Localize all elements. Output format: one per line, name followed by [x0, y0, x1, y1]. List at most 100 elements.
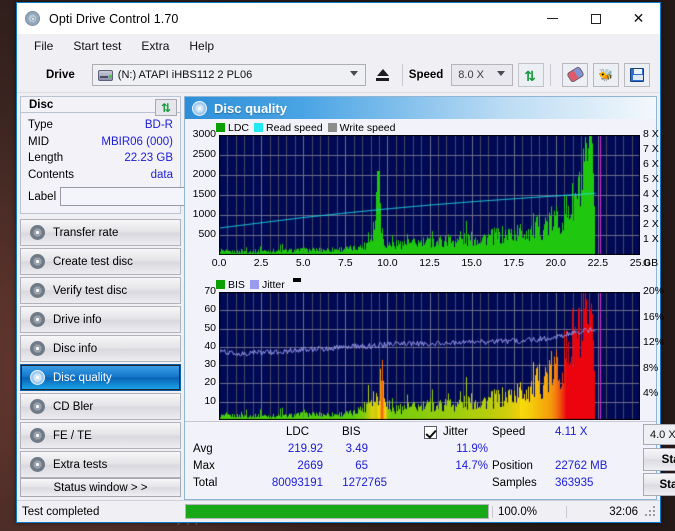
- stats-samples-key: Samples: [492, 477, 537, 489]
- close-button[interactable]: ✕: [617, 3, 660, 34]
- sidebar-item-verify-test-disc[interactable]: Verify test disc: [20, 277, 181, 305]
- disc-type-value: BD-R: [144, 119, 173, 132]
- disc-info-panel: Type BD-R MID MBIR06 (000) Length 22.23 …: [20, 112, 264, 215]
- window-title: Opti Drive Control 1.70: [49, 11, 179, 26]
- toolbar-separator-1: [401, 63, 403, 86]
- sidebar-item-label: FE / TE: [53, 429, 92, 442]
- sidebar-item-transfer-rate[interactable]: Transfer rate: [20, 219, 181, 247]
- disc-quality-panel: Disc quality LDC Read speed Write speed …: [184, 96, 675, 500]
- drive-select[interactable]: (N:) ATAPI iHBS112 2 PL06: [91, 63, 366, 86]
- legend-label: Read speed: [266, 121, 323, 134]
- bug-icon: 🐝: [598, 67, 614, 82]
- sidebar-item-label: Disc info: [53, 342, 98, 355]
- settings-button[interactable]: 🐝: [593, 62, 620, 87]
- disc-icon: [30, 254, 45, 270]
- test-speed-select[interactable]: 4.0 X: [643, 424, 675, 445]
- status-bar: Test completed 100.0% 32:06: [17, 500, 660, 522]
- sidebar-item-label: Transfer rate: [53, 226, 119, 239]
- save-icon: [630, 67, 645, 82]
- bis-jitter-chart-ytick: 70: [204, 285, 216, 297]
- sidebar-item-disc-quality[interactable]: Disc quality: [20, 364, 181, 392]
- ldc-chart-ytick: 1500: [192, 188, 216, 200]
- save-button[interactable]: [624, 62, 651, 87]
- stats-header-jitter: Jitter: [443, 426, 468, 438]
- minimize-button[interactable]: [531, 3, 574, 34]
- ldc-chart-xtick: 5.0: [295, 257, 311, 269]
- sidebar-item-extra-tests[interactable]: Extra tests: [20, 451, 181, 479]
- legend-swatch: [216, 123, 225, 132]
- legend-label: LDC: [228, 121, 250, 134]
- ldc-chart-xtick: 15.0: [461, 257, 482, 269]
- sidebar-item-create-test-disc[interactable]: Create test disc: [20, 248, 181, 276]
- refresh-button[interactable]: [518, 62, 545, 87]
- sidebar-item-label: Drive info: [53, 313, 102, 326]
- stats-avg-ldc: 219.92: [287, 443, 323, 455]
- legend-item-write-speed: Write speed: [327, 122, 396, 134]
- sidebar-item-disc-info[interactable]: Disc info: [20, 335, 181, 363]
- disc-panel-title: Disc: [29, 98, 54, 111]
- menu-item-extra[interactable]: Extra: [132, 37, 178, 55]
- start-full-button[interactable]: Start full: [643, 448, 675, 471]
- legend-swatch: [249, 280, 259, 289]
- legend-item-read-speed: Read speed: [254, 122, 323, 134]
- ldc-chart-ytick: 2000: [192, 168, 216, 180]
- sidebar-item-label: Verify test disc: [53, 284, 128, 297]
- disc-row-length: Length 22.23 GB: [28, 150, 173, 167]
- bis-jitter-chart-y2tick: 8%: [643, 361, 659, 374]
- disc-icon: [30, 370, 45, 386]
- sidebar-item-cd-bler[interactable]: CD Bler: [20, 393, 181, 421]
- stats-max-ldc: 2669: [297, 460, 323, 472]
- ldc-chart-y2tick: 1 X: [643, 233, 659, 245]
- charts-area: LDC Read speed Write speed 500 1000 1500 20…: [185, 119, 664, 434]
- disc-mid-value: MBIR06 (000): [101, 135, 173, 148]
- disc-icon: [30, 225, 45, 241]
- legend-item-ldc: LDC: [216, 122, 249, 134]
- speed-select[interactable]: 8.0 X: [451, 63, 514, 86]
- panel-header: Disc quality: [185, 97, 656, 119]
- disc-icon: [30, 399, 45, 415]
- test-speed-value: 4.0 X: [650, 428, 675, 441]
- bis-jitter-chart-y2tick: 12%: [643, 336, 665, 349]
- ldc-chart-y2tick: 3 X: [643, 203, 659, 215]
- drive-label: Drive: [46, 68, 75, 81]
- menu-item-start-test[interactable]: Start test: [64, 37, 130, 55]
- erase-button[interactable]: [562, 62, 589, 87]
- ldc-chart-y2tick: 4 X: [643, 188, 659, 200]
- ldc-chart[interactable]: 500 1000 1500 2000 2500 3000 1 X 2 X 3 X 4 X 5 X 6 …: [185, 128, 659, 276]
- disc-panel-header: Disc ⇅: [20, 96, 181, 116]
- stats-speed-key: Speed: [492, 426, 526, 438]
- ldc-chart-y2tick: 2 X: [643, 218, 659, 230]
- ldc-chart-xtick: 17.5: [503, 257, 524, 269]
- title-bar: Opti Drive Control 1.70 ✕: [17, 3, 660, 34]
- menu-item-file[interactable]: File: [25, 37, 62, 55]
- legend-item-bis: BIS: [216, 279, 245, 291]
- jitter-checkbox[interactable]: [424, 426, 437, 439]
- resize-grip[interactable]: [644, 505, 658, 519]
- ldc-chart-y2tick: 6 X: [643, 158, 659, 170]
- legend-swatch: [327, 123, 337, 132]
- stats-position-key: Position: [492, 460, 533, 472]
- disc-contents-value: data: [150, 168, 173, 181]
- menu-item-help[interactable]: Help: [180, 37, 223, 55]
- disc-contents-key: Contents: [28, 168, 75, 181]
- ldc-chart-xaxis-label: GB: [643, 257, 659, 269]
- progress-fill: [186, 505, 488, 518]
- drive-select-value: (N:) ATAPI iHBS112 2 PL06: [117, 68, 253, 81]
- panel-title: Disc quality: [214, 100, 287, 116]
- start-part-button[interactable]: Start part: [643, 473, 675, 496]
- legend-label: BIS: [228, 278, 245, 291]
- bis-jitter-chart[interactable]: 102030405060704%8%12%16%20%0.02.55.07.51…: [185, 285, 664, 439]
- sidebar-item-fe-te[interactable]: FE / TE: [20, 422, 181, 450]
- disc-label-row: Label: [28, 186, 264, 208]
- stats-avg-bis: 3.49: [345, 443, 368, 455]
- sidebar-item-drive-info[interactable]: Drive info: [20, 306, 181, 334]
- status-window-button[interactable]: Status window > >: [20, 478, 181, 497]
- maximize-button[interactable]: [574, 3, 617, 34]
- disc-refresh-button[interactable]: ⇅: [155, 99, 177, 116]
- disc-row-contents: Contents data: [28, 167, 173, 184]
- bis-jitter-chart-y2tick: 16%: [643, 310, 665, 323]
- eject-button[interactable]: [369, 63, 396, 86]
- disc-type-key: Type: [28, 119, 53, 132]
- bis-jitter-chart-y2tick: 4%: [643, 387, 659, 400]
- legend-swatch: [254, 123, 264, 132]
